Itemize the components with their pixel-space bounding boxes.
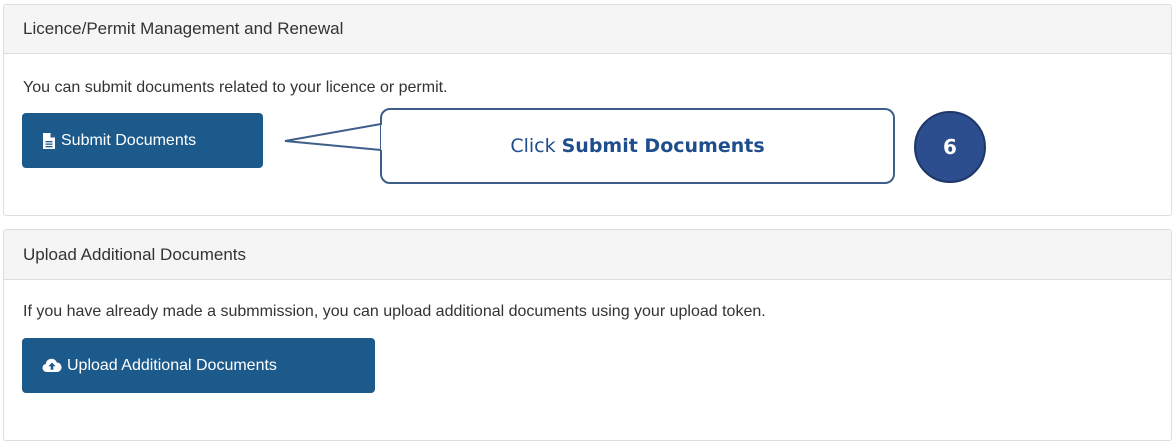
licence-panel-title: Licence/Permit Management and Renewal (23, 19, 344, 38)
submit-documents-label: Submit Documents (61, 131, 197, 149)
callout-prefix: Click (510, 135, 556, 157)
instruction-callout: Click Submit Documents (380, 108, 895, 184)
upload-panel-heading: Upload Additional Documents (4, 230, 1171, 280)
licence-panel-body: You can submit documents related to your… (4, 54, 1171, 97)
step-number-badge: 6 (914, 111, 986, 183)
submit-documents-button[interactable]: Submit Documents (22, 113, 263, 168)
upload-panel-title: Upload Additional Documents (23, 244, 247, 264)
upload-additional-documents-label: Upload Additional Documents (67, 356, 277, 374)
upload-panel-body: If you have already made a submmission, … (4, 280, 1171, 321)
callout-seam (381, 125, 384, 150)
upload-additional-panel: Upload Additional Documents If you have … (3, 229, 1172, 441)
licence-panel-description: You can submit documents related to your… (23, 79, 448, 96)
step-number: 6 (943, 135, 957, 159)
file-icon (42, 132, 56, 149)
page: Licence/Permit Management and Renewal Yo… (0, 0, 1175, 444)
upload-panel-description: If you have already made a submmission, … (23, 303, 766, 320)
upload-additional-documents-button[interactable]: Upload Additional Documents (22, 338, 375, 393)
callout-emphasis: Submit Documents (561, 135, 765, 157)
licence-panel-heading: Licence/Permit Management and Renewal (4, 5, 1171, 54)
cloud-upload-icon (42, 358, 62, 373)
